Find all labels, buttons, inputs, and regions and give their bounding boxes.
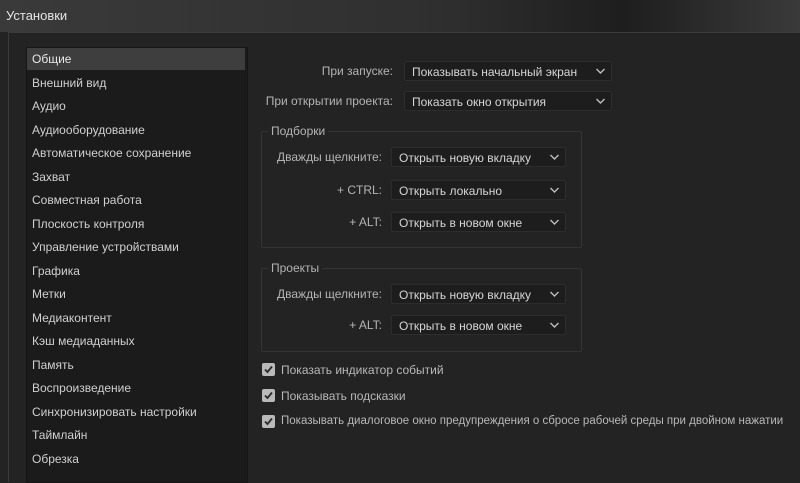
project-open-value: Показать окно открытия <box>412 95 547 109</box>
bins-alt-dropdown[interactable]: Открыть в новом окне <box>391 212 566 232</box>
projects-double-click-value: Открыть новую вкладку <box>399 288 532 302</box>
bins-double-click-label: Дважды щелкните: <box>277 150 382 164</box>
chevron-down-icon <box>550 154 559 160</box>
chevron-down-icon <box>550 322 559 328</box>
sidebar-item-playback[interactable]: Воспроизведение <box>27 377 245 399</box>
show-events-indicator-checkbox[interactable] <box>262 363 275 376</box>
chevron-down-icon <box>596 98 605 104</box>
chevron-down-icon <box>550 291 559 297</box>
bins-ctrl-label: + CTRL: <box>336 183 382 197</box>
sidebar-item-media-cache[interactable]: Кэш медиаданных <box>27 330 245 352</box>
checkmark-icon <box>264 365 273 374</box>
chevron-down-icon <box>550 219 559 225</box>
sidebar-item-control-surface[interactable]: Плоскость контроля <box>27 213 245 235</box>
sidebar-item-memory[interactable]: Память <box>27 354 245 376</box>
workspace-reset-warning-label: Показывать диалоговое окно предупреждени… <box>281 415 784 427</box>
sidebar-item-capture[interactable]: Захват <box>27 166 245 188</box>
chevron-down-icon <box>550 187 559 193</box>
projects-group <box>261 268 582 352</box>
sidebar-item-media[interactable]: Медиаконтент <box>27 307 245 329</box>
bins-double-click-dropdown[interactable]: Открыть новую вкладку <box>391 147 566 167</box>
startup-value: Показывать начальный экран <box>412 65 578 79</box>
preferences-sidebar: Общие Внешний вид Аудио Аудиооборудовани… <box>26 47 248 483</box>
bins-double-click-value: Открыть новую вкладку <box>399 151 532 165</box>
sidebar-item-auto-save[interactable]: Автоматическое сохранение <box>27 142 245 164</box>
chevron-down-icon <box>596 68 605 74</box>
bins-ctrl-dropdown[interactable]: Открыть локально <box>391 180 566 200</box>
bins-alt-label: + ALT: <box>349 215 382 229</box>
startup-dropdown[interactable]: Показывать начальный экран <box>404 61 612 81</box>
sidebar-item-labels[interactable]: Метки <box>27 283 245 305</box>
sidebar-item-trim[interactable]: Обрезка <box>27 448 245 470</box>
sidebar-item-appearance[interactable]: Внешний вид <box>27 72 245 94</box>
sidebar-item-general[interactable]: Общие <box>27 48 245 70</box>
sidebar-item-device-control[interactable]: Управление устройствами <box>27 236 245 258</box>
checkmark-icon <box>264 417 273 426</box>
bins-group-title: Подборки <box>268 124 329 138</box>
workspace-reset-warning-checkbox[interactable] <box>262 415 275 428</box>
window-title: Установки <box>6 8 68 23</box>
projects-double-click-label: Дважды щелкните: <box>277 287 382 301</box>
projects-alt-dropdown[interactable]: Открыть в новом окне <box>391 315 566 335</box>
project-open-dropdown[interactable]: Показать окно открытия <box>404 91 612 111</box>
checkmark-icon <box>264 391 273 400</box>
sidebar-item-audio-hardware[interactable]: Аудиооборудование <box>27 119 245 141</box>
startup-label: При запуске: <box>321 64 393 78</box>
show-tooltips-label: Показывать подсказки <box>281 389 406 403</box>
projects-alt-value: Открыть в новом окне <box>399 319 523 333</box>
projects-alt-label: + ALT: <box>349 318 382 332</box>
sidebar-item-audio[interactable]: Аудио <box>27 95 245 117</box>
projects-group-title: Проекты <box>268 261 323 275</box>
sidebar-item-collaboration[interactable]: Совместная работа <box>27 189 245 211</box>
sidebar-item-timeline[interactable]: Таймлайн <box>27 424 245 446</box>
title-bar: Установки <box>0 0 800 32</box>
projects-double-click-dropdown[interactable]: Открыть новую вкладку <box>391 284 566 304</box>
project-open-label: При открытии проекта: <box>265 94 393 108</box>
sidebar-item-sync-settings[interactable]: Синхронизировать настройки <box>27 401 245 423</box>
sidebar-item-graphics[interactable]: Графика <box>27 260 245 282</box>
bins-ctrl-value: Открыть локально <box>399 184 503 198</box>
bins-alt-value: Открыть в новом окне <box>399 216 523 230</box>
show-events-indicator-label: Показать индикатор событий <box>281 363 444 377</box>
show-tooltips-checkbox[interactable] <box>262 389 275 402</box>
